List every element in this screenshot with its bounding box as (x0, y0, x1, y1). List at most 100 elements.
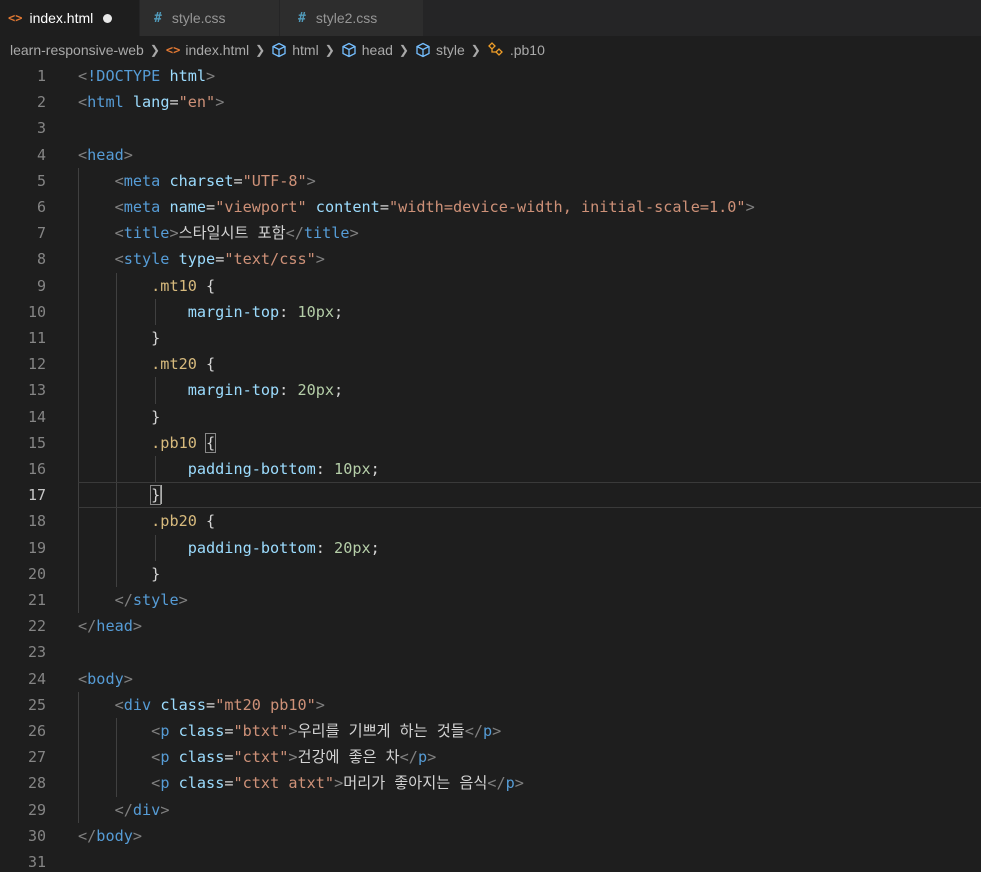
code-line[interactable]: 7 <title>스타일시트 포함</title> (0, 220, 981, 246)
line-number: 28 (27, 774, 46, 793)
unsaved-dot-icon[interactable] (103, 13, 113, 23)
code-text: } (78, 482, 163, 508)
breadcrumb-item-style[interactable]: style (415, 42, 465, 58)
code-token: > (123, 669, 133, 688)
code-token: </ (78, 826, 97, 845)
code-line[interactable]: 30 </body> (0, 823, 981, 849)
code-line[interactable]: 21 </style> (0, 587, 981, 613)
code-token: > (745, 198, 755, 216)
symbol-element-icon (272, 42, 286, 57)
line-number: 7 (36, 224, 46, 243)
code-token: lang (132, 93, 170, 112)
code-token: "en" (178, 93, 216, 112)
line-number: 6 (36, 198, 46, 216)
code-line[interactable]: 29 </div> (0, 797, 981, 823)
code-token: } (78, 564, 161, 583)
code-line[interactable]: 8 <style type="text/css"> (0, 246, 981, 272)
code-token: "ctxt" (233, 748, 289, 767)
breadcrumb-item-html[interactable]: html (271, 42, 319, 58)
code-line[interactable]: 31 (0, 849, 981, 872)
code-line[interactable]: 13 margin-top: 20px; (0, 377, 981, 403)
code-line[interactable]: 28 <p class="ctxt atxt">머리가 좋아지는 음식</p> (0, 770, 981, 796)
code-token: </ (114, 800, 133, 819)
code-line[interactable]: 25 <div class="mt20 pb10"> (0, 692, 981, 718)
code-token: = (224, 722, 234, 740)
code-line[interactable]: 23 (0, 639, 981, 665)
code-token: < (114, 224, 124, 243)
code-line[interactable]: 20 } (0, 561, 981, 587)
tab-index-html[interactable]: <> index.html (0, 0, 140, 36)
breadcrumb-item-selector[interactable]: .pb10 (487, 42, 545, 58)
code-line[interactable]: 4 <head> (0, 142, 981, 168)
code-text: .pb20 { (78, 508, 215, 534)
code-token: head (87, 145, 124, 164)
code-token: : (279, 302, 298, 321)
code-line[interactable]: 12 .mt20 { (0, 351, 981, 377)
code-line[interactable]: 27 <p class="ctxt">건강에 좋은 차</p> (0, 744, 981, 770)
code-line[interactable]: 19 padding-bottom: 20px; (0, 535, 981, 561)
code-line[interactable]: 5 <meta charset="UTF-8"> (0, 168, 981, 194)
code-line[interactable]: 1 <!DOCTYPE html> (0, 63, 981, 89)
code-line[interactable]: 18 .pb20 { (0, 508, 981, 534)
code-line[interactable]: 2 <html lang="en"> (0, 89, 981, 115)
code-line[interactable]: 26 <p class="btxt">우리를 기쁘게 하는 것들</p> (0, 718, 981, 744)
code-token: > (492, 722, 502, 740)
line-number: 14 (27, 407, 46, 426)
code-token: > (427, 748, 437, 767)
code-token: < (151, 774, 161, 793)
code-token: 우리를 기쁘게 하는 것들 (297, 722, 465, 740)
code-token: = (379, 198, 389, 216)
code-line[interactable]: 9 .mt10 { (0, 273, 981, 299)
line-number: 20 (27, 564, 46, 583)
code-token: ; (370, 460, 380, 478)
code-line[interactable]: 22 </head> (0, 613, 981, 639)
code-line[interactable]: 14 } (0, 404, 981, 430)
code-token: class (160, 695, 207, 714)
code-line[interactable]: 17 } (0, 482, 981, 508)
code-token: margin-top (187, 381, 280, 400)
code-line[interactable]: 3 (0, 115, 981, 141)
line-number: 25 (27, 695, 46, 714)
code-token: : (315, 538, 335, 557)
code-line[interactable]: 11 } (0, 325, 981, 351)
code-token: div (123, 695, 152, 714)
tab-style2-css[interactable]: # style2.css (280, 0, 424, 36)
code-token: > (123, 145, 133, 164)
breadcrumb: learn-responsive-web ❯ <> index.html ❯ h… (0, 36, 981, 63)
code-token: > (349, 224, 359, 243)
code-token: { (196, 276, 216, 295)
code-text: .pb10 { (78, 430, 217, 456)
chevron-right-icon: ❯ (470, 42, 481, 57)
code-token: = (169, 93, 179, 112)
code-line[interactable]: 15 .pb10 { (0, 430, 981, 456)
code-token: "text/css" (224, 250, 316, 269)
code-line[interactable]: 16 padding-bottom: 10px; (0, 456, 981, 482)
breadcrumb-item-head[interactable]: head (341, 42, 393, 58)
css-file-icon: # (154, 10, 162, 26)
line-number: 1 (36, 67, 46, 85)
code-line[interactable]: 10 margin-top: 10px; (0, 299, 981, 325)
tab-style-css[interactable]: # style.css (140, 0, 280, 36)
code-line[interactable]: 6 <meta name="viewport" content="width=d… (0, 194, 981, 220)
code-text: <p class="ctxt atxt">머리가 좋아지는 음식</p> (78, 770, 524, 796)
code-token: { (196, 355, 216, 374)
breadcrumb-item-file[interactable]: <> index.html (166, 42, 249, 58)
code-token: title (123, 224, 170, 243)
code-token: 20px (297, 381, 335, 400)
code-token: < (78, 93, 88, 112)
code-line[interactable]: 24 <body> (0, 666, 981, 692)
code-editor[interactable]: 1 <!DOCTYPE html> 2 <html lang="en"> 3 4 <head… (0, 63, 981, 872)
tab-bar: <> index.html # style.css # style2.css (0, 0, 981, 36)
code-text: <meta charset="UTF-8"> (78, 168, 316, 194)
code-token: </ (114, 591, 133, 609)
code-token: .mt20 (151, 355, 197, 374)
breadcrumb-item-folder[interactable]: learn-responsive-web (10, 42, 144, 58)
code-token: 머리가 좋아지는 음식 (343, 774, 488, 793)
